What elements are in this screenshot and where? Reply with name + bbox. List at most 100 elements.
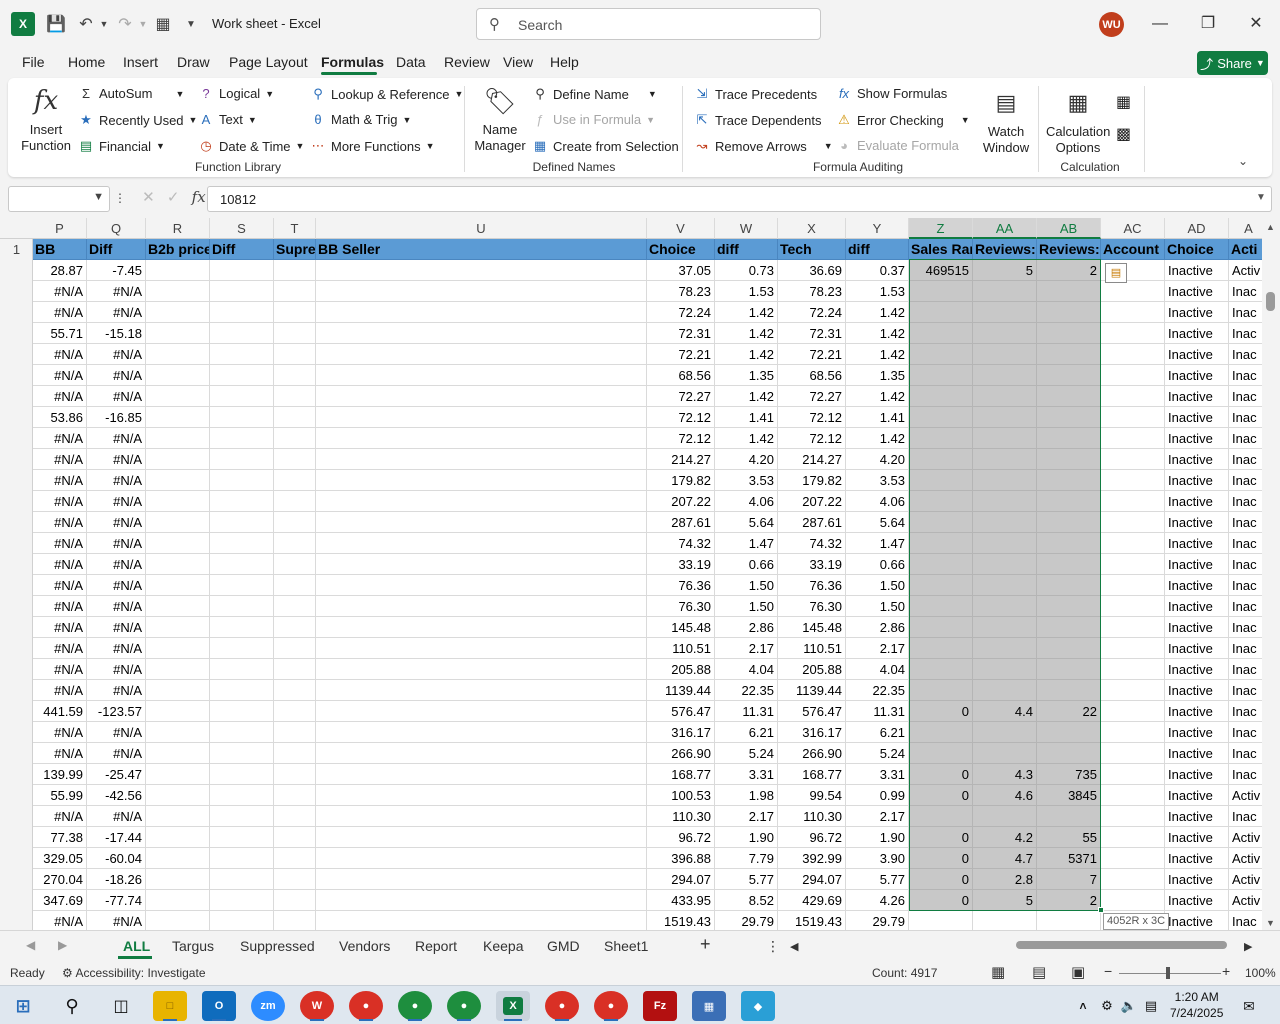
grid-cell[interactable]: 72.21 [647,344,715,365]
grid-cell[interactable]: 1.98 [715,785,778,806]
grid-cell[interactable] [316,617,647,638]
grid-cell[interactable]: Activ [1229,260,1262,281]
grid-cell[interactable]: #N/A [87,617,146,638]
grid-cell[interactable]: #N/A [87,722,146,743]
grid-cell[interactable]: 0 [909,869,973,890]
grid-cell[interactable]: -15.18 [87,323,146,344]
grid-cell[interactable] [909,512,973,533]
grid-cell[interactable]: #N/A [87,512,146,533]
grid-cell[interactable] [210,428,274,449]
grid-cell[interactable] [1101,680,1165,701]
grid-cell[interactable]: #N/A [87,806,146,827]
grid-cell[interactable] [146,554,210,575]
grid-cell[interactable] [909,449,973,470]
grid-cell[interactable]: 11.31 [846,701,909,722]
grid-cell[interactable] [1101,407,1165,428]
grid-cell[interactable] [274,911,316,930]
network-icon[interactable]: ▤ [1134,991,1168,1021]
grid-cell[interactable] [909,533,973,554]
grid-cell[interactable]: 0 [909,701,973,722]
grid-cell[interactable]: 1.53 [846,281,909,302]
column-header[interactable]: T [274,218,316,239]
grid-cell[interactable] [973,743,1037,764]
grid-cell[interactable]: 6.21 [715,722,778,743]
grid-cell[interactable] [210,785,274,806]
grid-cell[interactable]: Inactive [1165,722,1229,743]
file-explorer-icon[interactable]: □ [153,991,187,1021]
grid-cell[interactable]: 72.12 [647,428,715,449]
grid-cell[interactable]: Inactive [1165,554,1229,575]
grid-cell[interactable] [1037,680,1101,701]
grid-cell[interactable]: 287.61 [778,512,846,533]
grid-cell[interactable] [1101,512,1165,533]
grid-cell[interactable] [973,428,1037,449]
grid-cell[interactable]: 22 [1037,701,1101,722]
grid-cell[interactable]: Inactive [1165,596,1229,617]
grid-cell[interactable]: 1.42 [846,428,909,449]
grid-cell[interactable] [1101,806,1165,827]
grid-cell[interactable]: Inac [1229,680,1262,701]
grid-cell[interactable]: 37.05 [647,260,715,281]
grid-cell[interactable] [146,302,210,323]
grid-cell[interactable] [973,386,1037,407]
grid-cell[interactable] [274,764,316,785]
grid-cell[interactable] [1037,302,1101,323]
grid-cell[interactable]: 22.35 [846,680,909,701]
sheet-tab-suppressed[interactable]: Suppressed [240,938,315,954]
grid-cell[interactable]: 2 [1037,260,1101,281]
grid-cell[interactable] [146,722,210,743]
column-header[interactable]: AB [1037,218,1101,239]
grid-cell[interactable]: Activ [1229,890,1262,911]
grid-cell[interactable]: Inactive [1165,428,1229,449]
calculate-now-icon[interactable]: ▦ [1116,92,1131,112]
grid-cell[interactable] [274,512,316,533]
header-cell[interactable]: Account [1101,239,1165,260]
grid-cell[interactable] [973,302,1037,323]
grid-cell[interactable]: 77.38 [33,827,87,848]
grid-cell[interactable] [973,344,1037,365]
expand-formula-icon[interactable]: ▼ [1256,192,1266,203]
grid-cell[interactable]: 433.95 [647,890,715,911]
header-cell[interactable]: Reviews: [973,239,1037,260]
grid-cell[interactable]: 1.47 [715,533,778,554]
more-functions-button[interactable]: ⋯ More Functions ▼ [310,138,435,154]
header-cell[interactable]: Acti [1229,239,1262,260]
grid-cell[interactable]: 74.32 [647,533,715,554]
header-cell[interactable]: B2b price [146,239,210,260]
grid-cell[interactable]: Activ [1229,785,1262,806]
grid-cell[interactable] [146,680,210,701]
grid-cell[interactable] [1101,659,1165,680]
grid-cell[interactable]: Inac [1229,344,1262,365]
grid-cell[interactable] [973,470,1037,491]
grid-cell[interactable]: 5.24 [715,743,778,764]
grid-cell[interactable] [274,554,316,575]
grid-cell[interactable]: -77.74 [87,890,146,911]
grid-cell[interactable]: 1139.44 [778,680,846,701]
grid-cell[interactable]: Inac [1229,722,1262,743]
grid-cell[interactable]: #N/A [87,281,146,302]
horizontal-scroll-thumb[interactable] [1016,941,1227,949]
grid-cell[interactable]: 207.22 [647,491,715,512]
grid-cell[interactable]: 3.31 [846,764,909,785]
grid-cell[interactable] [146,911,210,930]
grid-cell[interactable]: 72.24 [647,302,715,323]
calculator-icon[interactable]: ▦ [151,12,175,36]
grid-cell[interactable]: Inactive [1165,281,1229,302]
grid-cell[interactable] [1037,722,1101,743]
notifications-icon[interactable]: ✉ [1232,991,1266,1021]
grid-cell[interactable]: 0.37 [846,260,909,281]
column-header[interactable]: Q [87,218,146,239]
grid-cell[interactable]: #N/A [87,365,146,386]
prev-sheet-icon[interactable]: ◀ [26,938,35,952]
grid-cell[interactable]: 1.50 [846,575,909,596]
grid-cell[interactable] [909,491,973,512]
grid-cell[interactable]: Inac [1229,470,1262,491]
grid-cell[interactable] [973,323,1037,344]
grid-cell[interactable]: 735 [1037,764,1101,785]
grid-cell[interactable] [210,743,274,764]
grid-cell[interactable]: -18.26 [87,869,146,890]
grid-cell[interactable]: 5371 [1037,848,1101,869]
grid-cell[interactable]: #N/A [87,344,146,365]
grid-cell[interactable]: -25.47 [87,764,146,785]
grid-cell[interactable]: Activ [1229,869,1262,890]
